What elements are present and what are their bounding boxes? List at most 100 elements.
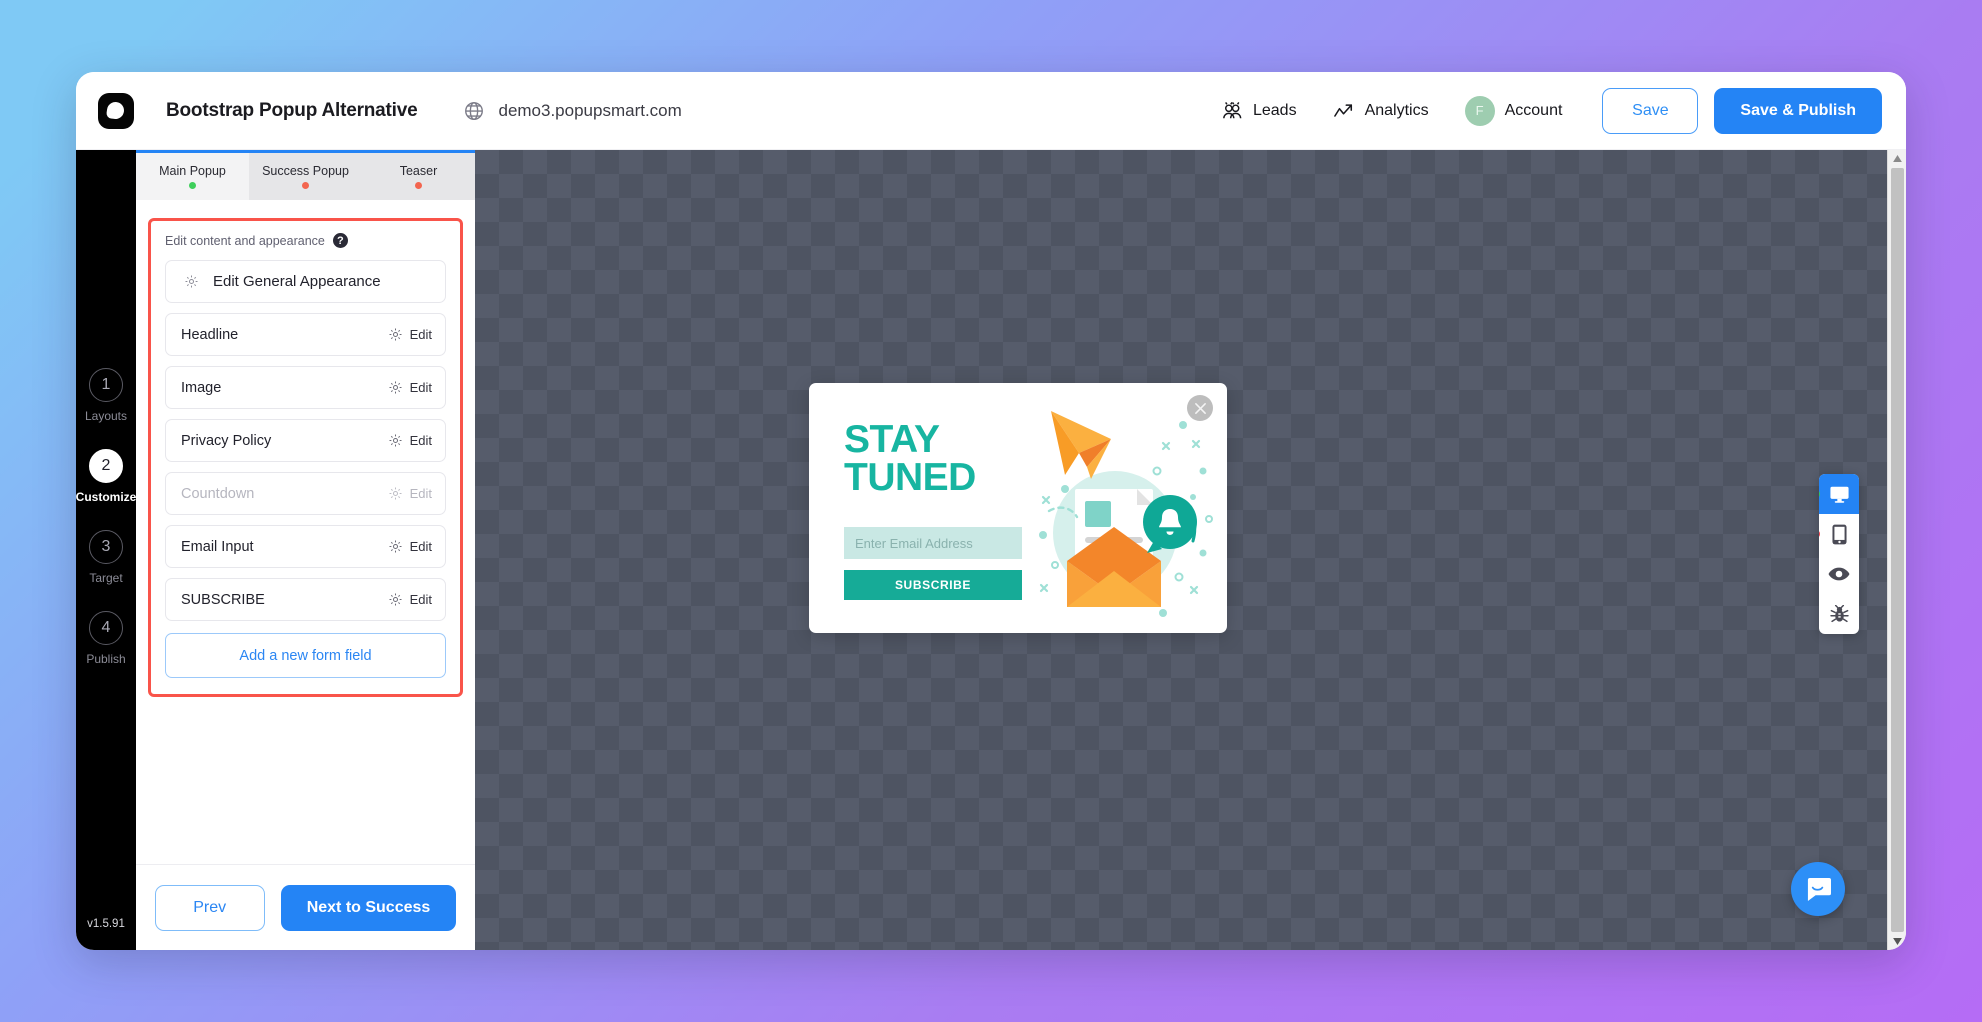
save-and-publish-button[interactable]: Save & Publish — [1714, 87, 1882, 134]
logo-bubble-shape — [105, 100, 126, 120]
field-edit-button[interactable]: Edit — [388, 539, 432, 554]
scroll-down-arrow[interactable] — [1892, 933, 1902, 950]
step-number: 1 — [89, 368, 123, 402]
tab-status-dot-green — [189, 182, 196, 189]
field-label: Headline — [181, 326, 239, 343]
desktop-status-dot — [1819, 489, 1820, 499]
popup-preview[interactable]: STAY TUNED Enter Email Address SUBSCRIBE — [809, 383, 1227, 633]
nav-account[interactable]: F Account — [1447, 88, 1581, 134]
field-label: SUBSCRIBE — [181, 591, 265, 608]
step-number: 3 — [89, 530, 123, 564]
field-row-privacy-policy[interactable]: Privacy Policy Edit — [165, 419, 446, 462]
app-header: Bootstrap Popup Alternative demo3.popups… — [76, 72, 1906, 150]
mobile-status-dot — [1819, 529, 1820, 539]
prev-button[interactable]: Prev — [154, 884, 265, 931]
tab-label: Success Popup — [262, 164, 349, 178]
header-actions: Leads Analytics F Account Save Save & Pu… — [1203, 87, 1882, 134]
edit-general-appearance-button[interactable]: Edit General Appearance — [165, 260, 446, 303]
field-row-headline[interactable]: Headline Edit — [165, 313, 446, 356]
field-edit-button[interactable]: Edit — [388, 327, 432, 342]
edit-label: Edit — [409, 486, 432, 501]
app-window: Bootstrap Popup Alternative demo3.popups… — [76, 72, 1906, 950]
nav-analytics[interactable]: Analytics — [1315, 93, 1447, 129]
gear-icon — [389, 381, 402, 394]
tab-success-popup[interactable]: Success Popup — [249, 153, 362, 200]
tab-label: Main Popup — [159, 164, 226, 178]
scroll-up-arrow[interactable] — [1892, 150, 1902, 167]
card-header: Edit content and appearance ? — [165, 233, 446, 248]
mobile-icon — [1831, 524, 1847, 544]
save-button[interactable]: Save — [1602, 87, 1699, 134]
edit-label: Edit — [409, 539, 432, 554]
version-label: v1.5.91 — [87, 918, 125, 930]
leads-icon — [1223, 101, 1242, 118]
sidebar-step-customize[interactable]: 2 Customize — [76, 449, 136, 504]
step-label: Target — [89, 571, 123, 585]
step-navigation-rail: 1 Layouts 2 Customize 3 Target 4 Publish… — [76, 150, 136, 950]
chevron-down-icon — [1892, 938, 1902, 945]
field-row-image[interactable]: Image Edit — [165, 366, 446, 409]
desktop-icon — [1829, 486, 1849, 503]
edit-label: Edit — [409, 327, 432, 342]
nav-leads[interactable]: Leads — [1203, 93, 1315, 129]
device-desktop-button[interactable] — [1819, 474, 1859, 514]
popup-tabs: Main Popup Success Popup Teaser — [136, 150, 475, 200]
debug-bug-button[interactable] — [1819, 594, 1859, 634]
preview-eye-button[interactable] — [1819, 554, 1859, 594]
device-mobile-button[interactable] — [1819, 514, 1859, 554]
tab-teaser[interactable]: Teaser — [362, 153, 475, 200]
sidebar-step-target[interactable]: 3 Target — [89, 530, 123, 585]
field-label: Image — [181, 379, 222, 396]
nav-analytics-label: Analytics — [1364, 101, 1429, 119]
gear-icon — [185, 275, 198, 288]
step-number: 4 — [88, 611, 123, 645]
sidebar-step-layouts[interactable]: 1 Layouts — [85, 368, 127, 423]
edit-label: Edit — [409, 380, 432, 395]
popup-headline-line2: TUNED — [844, 456, 976, 500]
field-label: Email Input — [181, 538, 254, 555]
page-title: Bootstrap Popup Alternative — [166, 99, 418, 121]
eye-preview-icon — [1828, 567, 1850, 581]
chevron-up-icon — [1892, 155, 1902, 162]
sidebar-step-publish[interactable]: 4 Publish — [86, 611, 126, 666]
content-appearance-card: Edit content and appearance ? Edit Gener… — [148, 218, 463, 697]
popup-headline: STAY TUNED — [844, 418, 1022, 500]
tab-status-dot-red — [415, 182, 422, 189]
device-preview-toolbar — [1819, 474, 1859, 634]
gear-icon — [389, 328, 402, 341]
field-row-subscribe[interactable]: SUBSCRIBE Edit — [165, 578, 446, 621]
popupsmart-logo-icon[interactable] — [98, 92, 134, 129]
gear-icon — [389, 540, 402, 553]
step-label: Layouts — [84, 409, 128, 423]
add-new-form-field-button[interactable]: Add a new form field — [165, 633, 446, 678]
domain-indicator[interactable]: demo3.popupsmart.com — [463, 100, 682, 122]
popup-email-input[interactable]: Enter Email Address — [844, 527, 1022, 560]
scrollbar-thumb[interactable] — [1890, 168, 1904, 932]
chat-bubble-icon[interactable] — [1791, 862, 1845, 916]
step-label: Publish — [86, 652, 126, 666]
next-to-success-button[interactable]: Next to Success — [280, 884, 457, 931]
gear-icon — [389, 593, 402, 606]
field-edit-button[interactable]: Edit — [388, 380, 432, 395]
preview-canvas[interactable]: STAY TUNED Enter Email Address SUBSCRIBE — [475, 150, 1887, 950]
tab-label: Teaser — [399, 164, 438, 178]
section-title: Edit content and appearance — [165, 233, 325, 248]
vertical-scrollbar[interactable] — [1887, 150, 1906, 950]
field-row-email-input[interactable]: Email Input Edit — [165, 525, 446, 568]
general-appearance-label: Edit General Appearance — [213, 273, 381, 290]
field-row-countdown[interactable]: Countdown Edit — [165, 472, 446, 515]
popup-content-left: STAY TUNED Enter Email Address SUBSCRIBE — [844, 418, 1022, 601]
field-label: Privacy Policy — [181, 432, 272, 449]
editor-footer: Prev Next to Success — [136, 864, 475, 950]
edit-label: Edit — [409, 592, 432, 607]
field-edit-button[interactable]: Edit — [388, 486, 432, 501]
field-edit-button[interactable]: Edit — [388, 592, 432, 607]
popup-subscribe-button[interactable]: SUBSCRIBE — [844, 570, 1022, 601]
nav-leads-label: Leads — [1252, 101, 1297, 119]
editor-panel: Edit content and appearance ? Edit Gener… — [136, 200, 475, 950]
tab-main-popup[interactable]: Main Popup — [136, 153, 249, 200]
help-icon[interactable]: ? — [332, 233, 348, 248]
field-edit-button[interactable]: Edit — [388, 433, 432, 448]
email-newsletter-illustration — [1039, 411, 1213, 617]
popup-headline-line1: STAY — [844, 418, 940, 461]
